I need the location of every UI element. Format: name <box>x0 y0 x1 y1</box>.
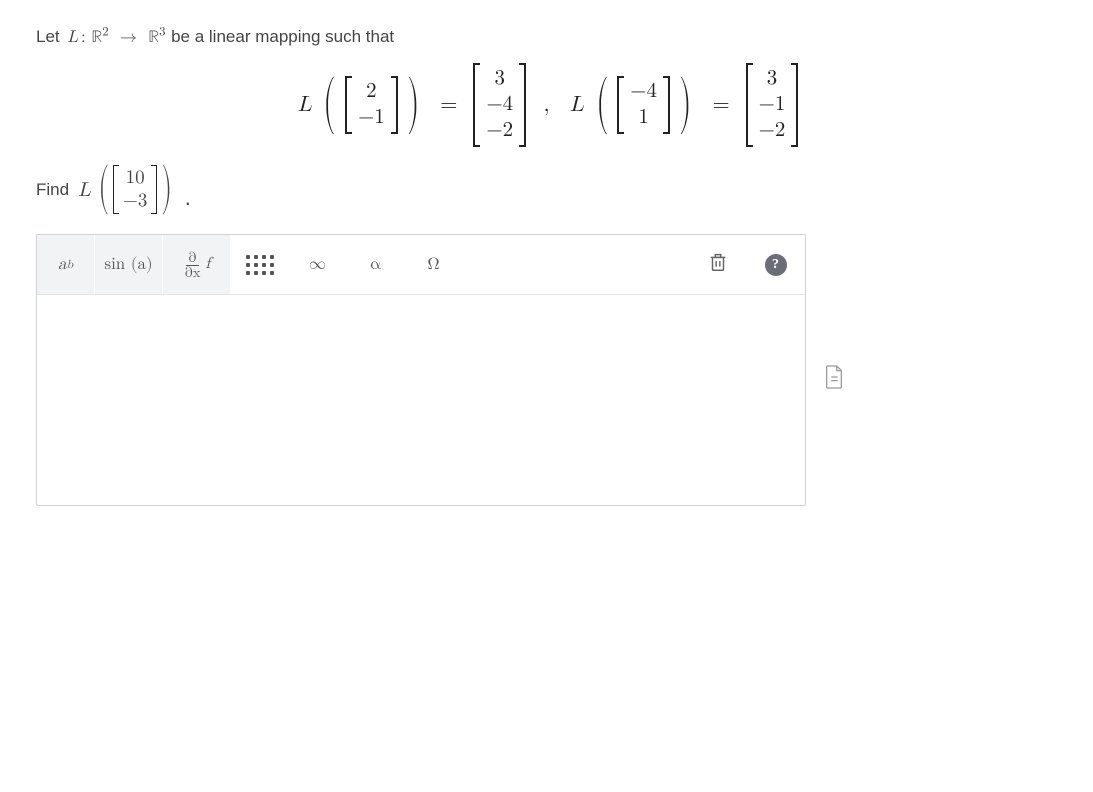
help-button[interactable]: ? <box>747 235 805 294</box>
equation-2: L ( −4 1 ) = 3 −1 −2 <box>567 63 798 147</box>
help-icon: ? <box>765 254 787 276</box>
equation-1: L ( 2 −1 ) = 3 −4 −2 <box>295 63 526 147</box>
infinity-button[interactable]: ∞ <box>289 235 347 294</box>
equation-separator: , <box>543 94 549 116</box>
period: . <box>185 185 191 211</box>
calculus-button[interactable]: ∂ ∂x f <box>163 235 231 294</box>
alpha-button[interactable]: α <box>347 235 405 294</box>
find-prefix: Find <box>36 180 69 200</box>
trig-button[interactable]: sin (a) <box>95 235 163 294</box>
omega-button[interactable]: Ω <box>405 235 463 294</box>
toolbar: ab sin (a) ∂ ∂x f ∞ α Ω <box>37 235 805 295</box>
matrix-button[interactable] <box>231 235 289 294</box>
answer-editor: ab sin (a) ∂ ∂x f ∞ α Ω <box>36 234 806 506</box>
page-icon[interactable] <box>823 364 845 395</box>
trash-icon <box>707 251 729 279</box>
matrix-icon <box>246 255 274 275</box>
intro-suffix: be a linear mapping such that <box>171 27 394 46</box>
clear-button[interactable] <box>689 235 747 294</box>
problem-intro: Let L: ℝ2 → ℝ3 be a linear mapping such … <box>36 24 1057 51</box>
answer-input[interactable] <box>37 295 805 505</box>
exponent-button[interactable]: ab <box>37 235 95 294</box>
mapping-definition: L: ℝ2 → ℝ3 <box>64 29 171 46</box>
find-line: Find L ( 10 −3 ) . <box>36 165 1057 215</box>
equations: L ( 2 −1 ) = 3 −4 −2 , L ( <box>36 63 1057 147</box>
intro-prefix: Let <box>36 27 64 46</box>
